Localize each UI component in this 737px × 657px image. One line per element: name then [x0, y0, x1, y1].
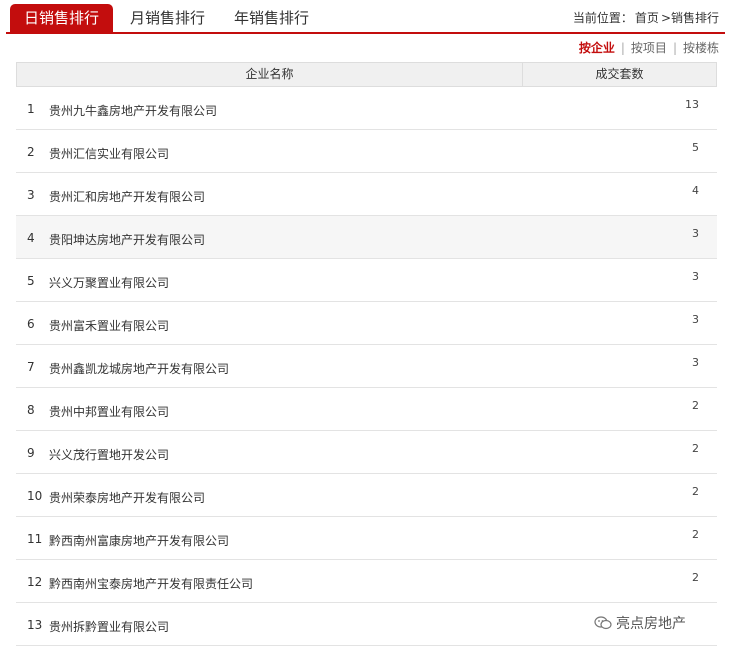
company-name: 贵州拆黔置业有限公司: [49, 620, 170, 634]
table-row: 3 贵州汇和房地产开发有限公司 4: [16, 173, 717, 216]
table-row: 12 黔西南州宝泰房地产开发有限责任公司 2: [16, 560, 717, 603]
deal-count: 2: [692, 528, 699, 541]
company-name: 贵州汇信实业有限公司: [49, 147, 170, 161]
table-row: 11 黔西南州富康房地产开发有限公司 2: [16, 517, 717, 560]
deal-count: 5: [692, 141, 699, 154]
row-index: 3: [27, 188, 35, 202]
header-deal-count: 成交套数: [595, 67, 644, 81]
sales-ranking-table: 企业名称 成交套数 1 贵州九牛鑫房地产开发有限公司 13 2 贵州汇信实业有限…: [16, 62, 717, 646]
filter-by-company[interactable]: 按企业: [579, 41, 615, 55]
deal-count: 2: [692, 442, 699, 455]
company-name: 贵州富禾置业有限公司: [49, 319, 170, 333]
row-index: 12: [27, 575, 43, 589]
tab-monthly-ranking[interactable]: 月销售排行: [130, 4, 205, 32]
filter-separator: |: [672, 41, 677, 55]
tab-daily-ranking[interactable]: 日销售排行: [10, 4, 114, 34]
tab-yearly-ranking[interactable]: 年销售排行: [234, 4, 309, 32]
row-index: 2: [27, 145, 35, 159]
table-row: 7 贵州鑫凯龙城房地产开发有限公司 3: [16, 345, 717, 388]
breadcrumb-prefix: 当前位置：: [572, 11, 633, 25]
deal-count: 3: [692, 227, 699, 240]
table-row: 4 贵阳坤达房地产开发有限公司 3: [16, 216, 717, 259]
company-name: 兴义万聚置业有限公司: [49, 276, 170, 290]
company-name: 兴义茂行置地开发公司: [49, 448, 170, 462]
row-index: 9: [27, 446, 35, 460]
row-index: 1: [27, 102, 35, 116]
deal-count: 3: [692, 313, 699, 326]
table-row: 9 兴义茂行置地开发公司 2: [16, 431, 717, 474]
table-row: 5 兴义万聚置业有限公司 3: [16, 259, 717, 302]
deal-count: 2: [692, 399, 699, 412]
deal-count: 4: [692, 184, 699, 197]
row-index: 6: [27, 317, 35, 331]
company-name: 贵州九牛鑫房地产开发有限公司: [49, 104, 218, 118]
watermark-text: 亮点房地产: [616, 616, 686, 632]
company-name: 贵阳坤达房地产开发有限公司: [49, 233, 206, 247]
breadcrumb: 当前位置： 首页 >销售排行: [571, 9, 719, 26]
table-header: 企业名称 成交套数: [16, 62, 717, 87]
deal-count: 2: [692, 571, 699, 584]
table-row: 1 贵州九牛鑫房地产开发有限公司 13: [16, 87, 717, 130]
row-index: 8: [27, 403, 35, 417]
deal-count: 13: [685, 98, 699, 111]
breadcrumb-home-link[interactable]: 首页: [635, 11, 659, 25]
deal-count: 2: [692, 485, 699, 498]
row-index: 5: [27, 274, 35, 288]
row-index: 10: [27, 489, 43, 503]
wechat-icon: [594, 616, 612, 630]
tab-bar: 日销售排行 月销售排行 年销售排行 当前位置： 首页 >销售排行: [6, 0, 725, 34]
company-name: 贵州中邦置业有限公司: [49, 405, 170, 419]
row-index: 13: [27, 618, 43, 632]
row-index: 4: [27, 231, 35, 245]
row-index: 7: [27, 360, 35, 374]
table-row: 8 贵州中邦置业有限公司 2: [16, 388, 717, 431]
filter-by-building[interactable]: 按楼栋: [683, 41, 719, 55]
breadcrumb-current: >销售排行: [660, 11, 719, 25]
company-name: 贵州鑫凯龙城房地产开发有限公司: [49, 362, 230, 376]
header-company-name: 企业名称: [17, 63, 523, 86]
deal-count: 3: [692, 270, 699, 283]
watermark: 亮点房地产: [594, 613, 686, 633]
table-row: 2 贵州汇信实业有限公司 5: [16, 130, 717, 173]
company-name: 黔西南州宝泰房地产开发有限责任公司: [49, 577, 254, 591]
company-name: 贵州汇和房地产开发有限公司: [49, 190, 206, 204]
filter-switch: 按企业 | 按项目 | 按楼栋: [579, 39, 719, 56]
company-name: 贵州荣泰房地产开发有限公司: [49, 491, 206, 505]
company-name: 黔西南州富康房地产开发有限公司: [49, 534, 230, 548]
row-index: 11: [27, 532, 43, 546]
table-row: 10 贵州荣泰房地产开发有限公司 2: [16, 474, 717, 517]
filter-separator: |: [620, 41, 625, 55]
table-row: 6 贵州富禾置业有限公司 3: [16, 302, 717, 345]
filter-by-project[interactable]: 按项目: [631, 41, 667, 55]
deal-count: 3: [692, 356, 699, 369]
